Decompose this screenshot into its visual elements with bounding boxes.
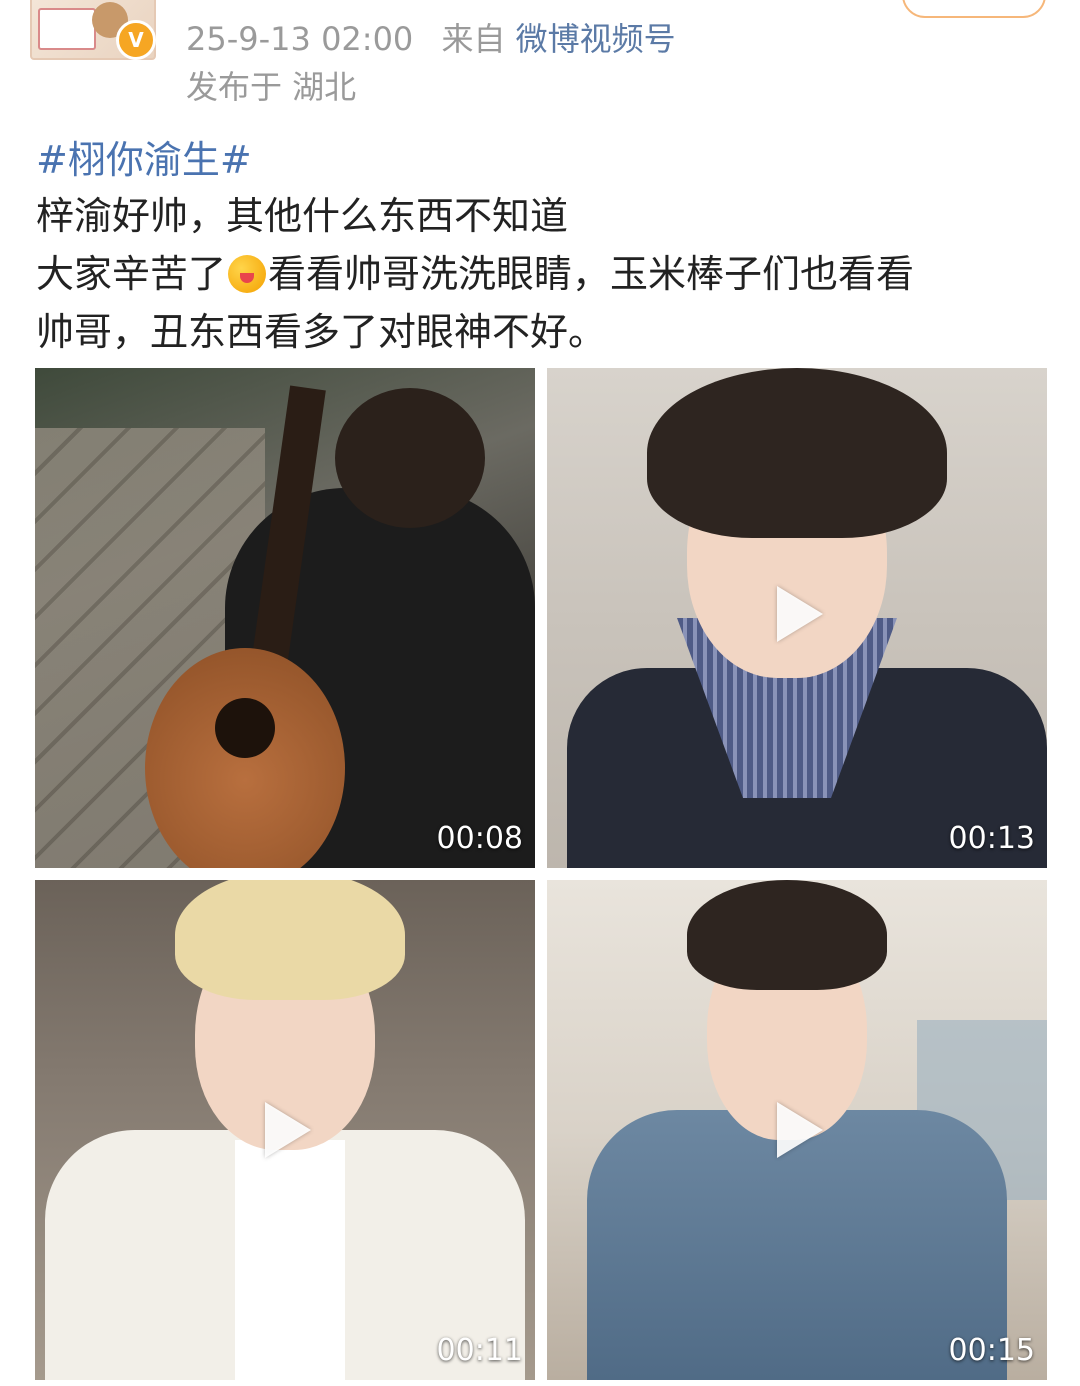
hair-graphic [175, 880, 405, 1000]
video-thumbnail-4[interactable]: 00:15 [547, 880, 1047, 1380]
video-duration: 00:15 [948, 1333, 1035, 1368]
post-text-line1: 梓渝好帅，其他什么东西不知道 [36, 194, 569, 238]
person-head-graphic [335, 388, 485, 528]
post-text-line2: 大家辛苦了 看看帅哥洗洗眼睛，玉米棒子们也看看 [36, 244, 1051, 304]
hair-graphic [647, 368, 947, 538]
video-duration: 00:08 [436, 821, 523, 856]
post-location: 发布于 湖北 [186, 68, 357, 106]
video-duration: 00:13 [948, 821, 1035, 856]
shirt-graphic [235, 1140, 345, 1380]
post-timestamp: 25-9-13 02:00 [186, 20, 414, 58]
source-link[interactable]: 微博视频号 [516, 20, 676, 58]
video-thumbnail-1[interactable]: 00:08 [35, 368, 535, 868]
hashtag-link[interactable]: #栩你渝生# [36, 130, 252, 190]
avatar-card-graphic [38, 8, 96, 50]
video-thumbnail-3[interactable]: 00:11 [35, 880, 535, 1380]
post-header: V 25-9-13 02:00 来自 微博视频号 发布于 湖北 [0, 0, 1080, 110]
play-icon[interactable] [265, 1102, 311, 1158]
guitar-hole-graphic [215, 698, 275, 758]
verified-badge-icon: V [116, 20, 156, 60]
post-text-line2-b: 看看帅哥洗洗眼睛，玉米棒子们也看看 [268, 252, 915, 296]
play-icon[interactable] [777, 586, 823, 642]
hair-graphic [687, 880, 887, 990]
video-thumbnail-2[interactable]: 00:13 [547, 368, 1047, 868]
emoji-icon [228, 255, 267, 293]
source-prefix: 来自 [441, 20, 506, 58]
play-icon[interactable] [777, 1102, 823, 1158]
follow-button[interactable] [902, 0, 1046, 18]
post-text-line3: 帅哥，丑东西看多了对眼神不好。 [36, 310, 607, 354]
post-meta: 25-9-13 02:00 来自 微博视频号 [186, 14, 676, 60]
video-duration: 00:11 [436, 1333, 523, 1368]
post-text-line2-a: 大家辛苦了 [36, 252, 227, 296]
